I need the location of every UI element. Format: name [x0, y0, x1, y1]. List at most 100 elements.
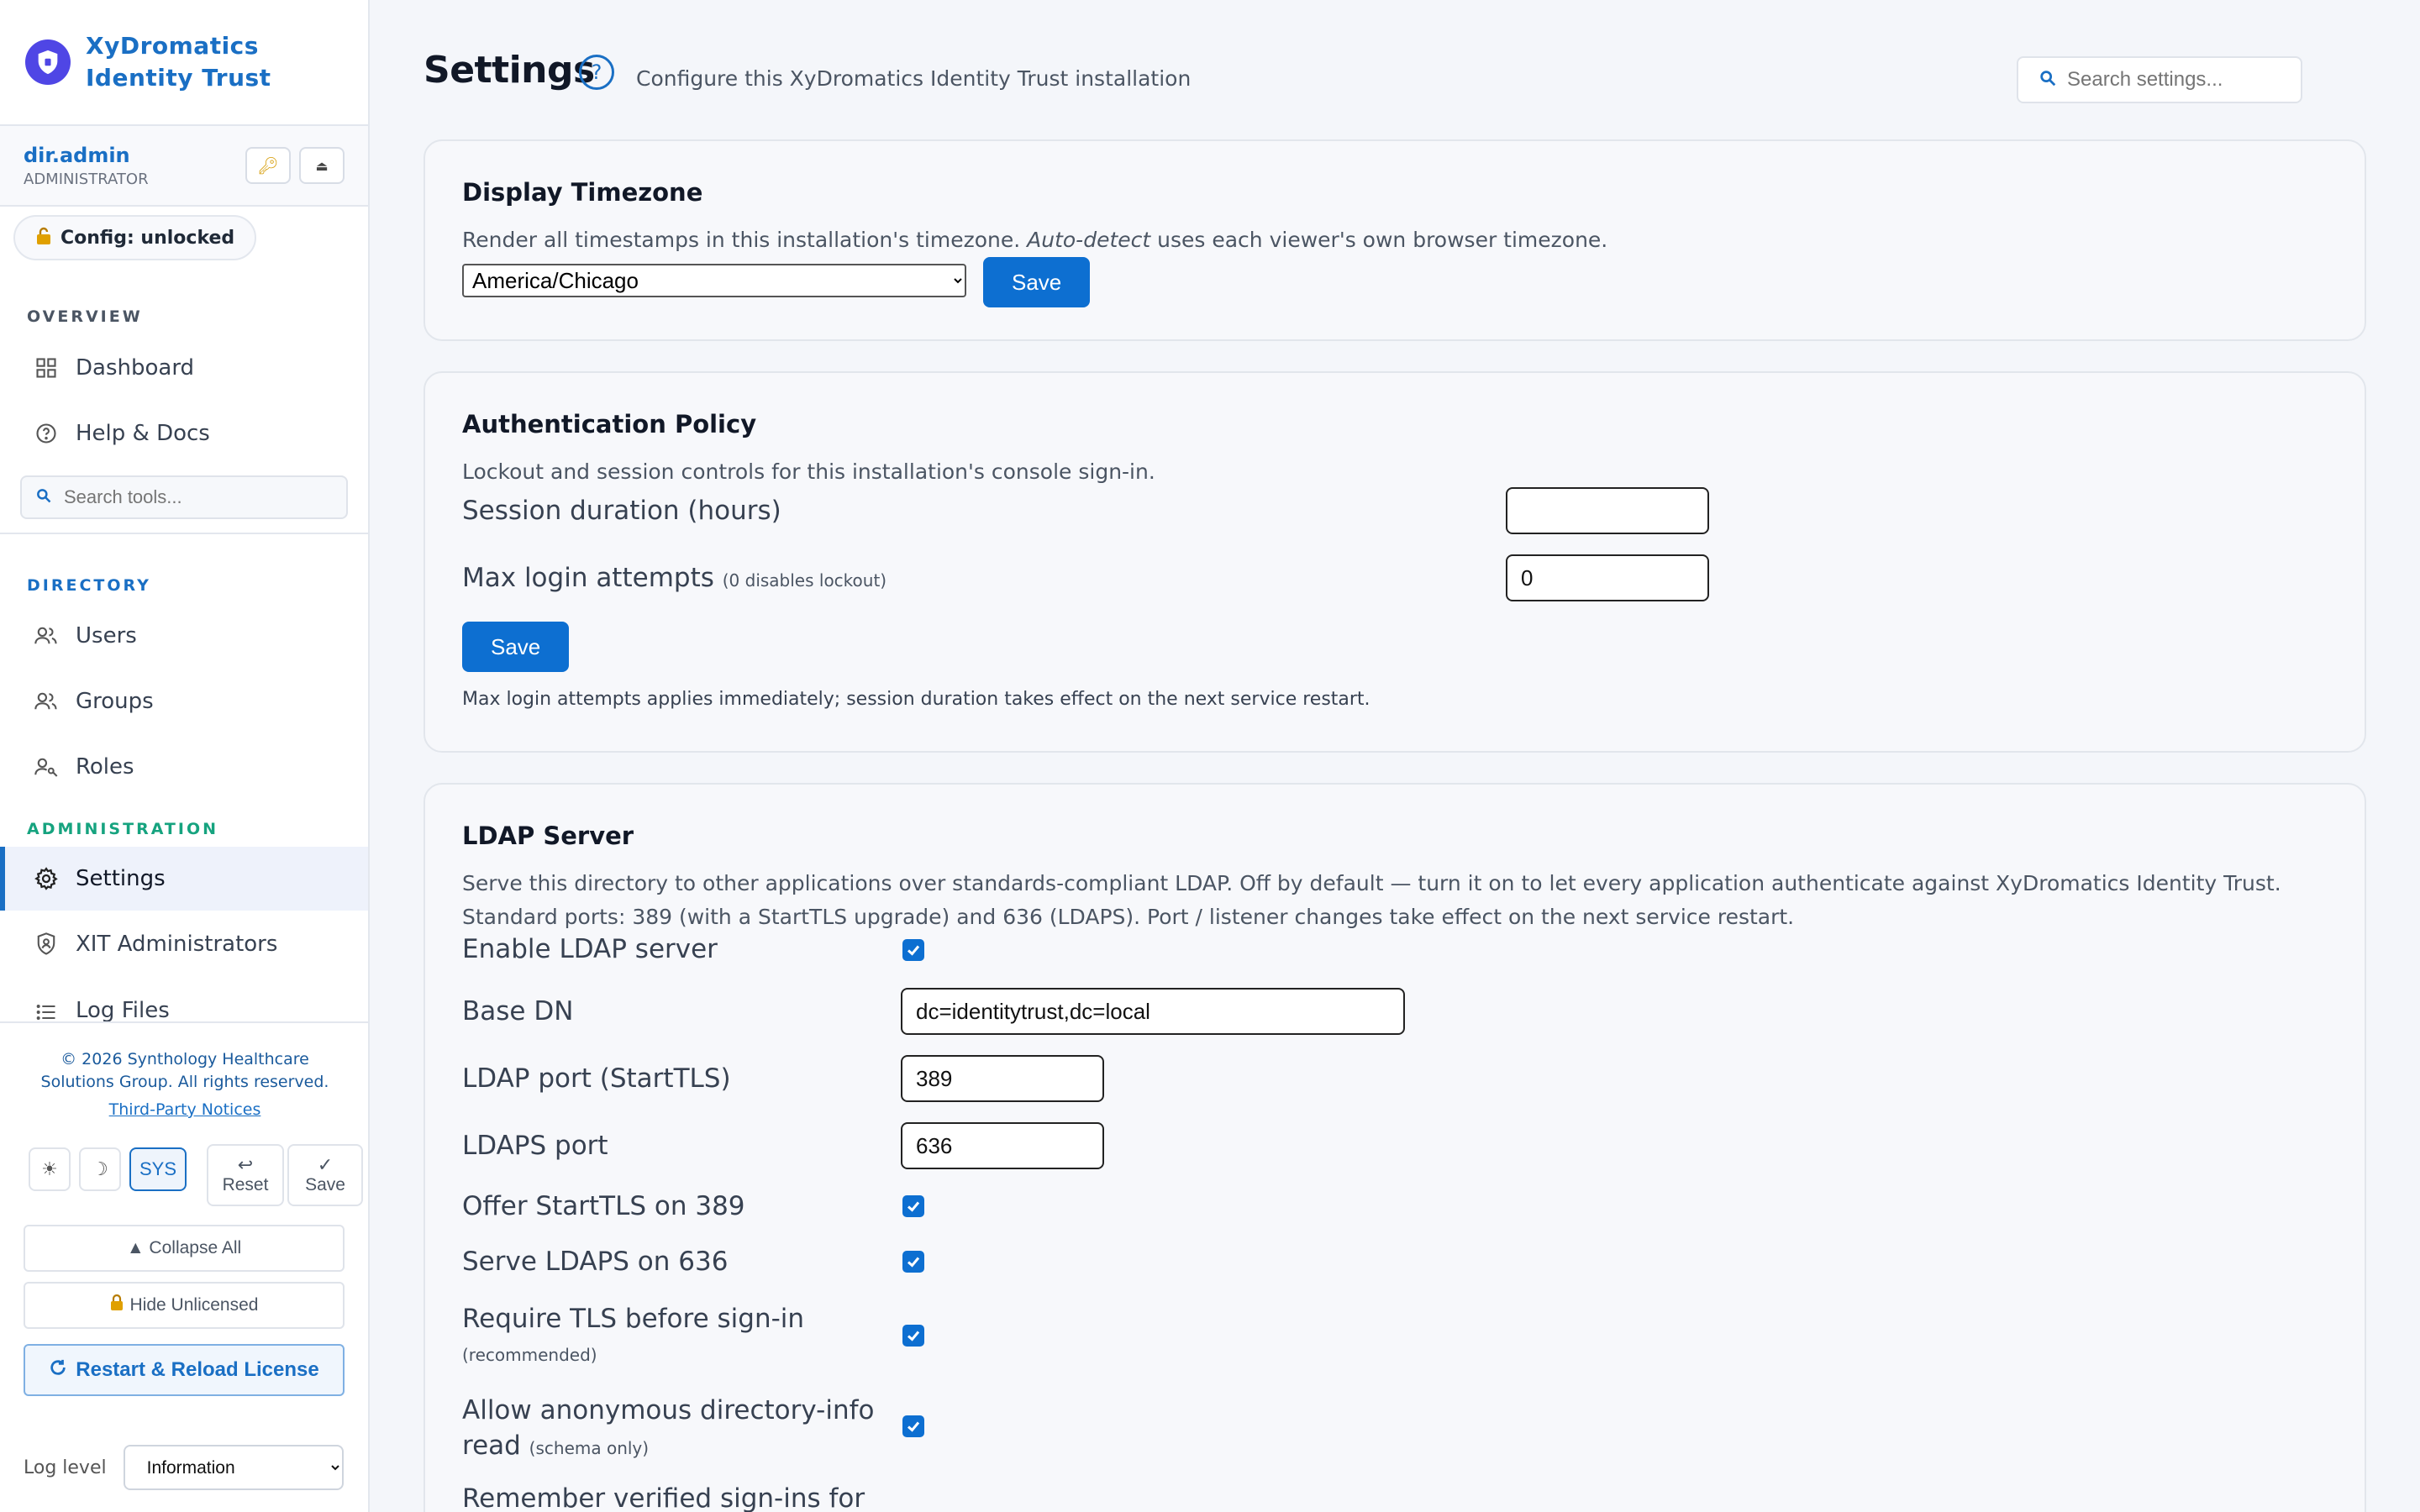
- nav-xit-administrators-label: XIT Administrators: [76, 932, 278, 957]
- timezone-desc-em: Auto-detect: [1027, 228, 1151, 252]
- require-tls-hint: (recommended): [462, 1345, 597, 1365]
- nav-dashboard[interactable]: Dashboard: [0, 336, 368, 400]
- remember-signins-label: Remember verified sign-ins for: [462, 1483, 865, 1512]
- dark-theme-button[interactable]: ☽: [79, 1147, 121, 1191]
- starttls-checkbox[interactable]: [902, 1195, 924, 1217]
- section-directory: DIRECTORY: [27, 576, 151, 595]
- anonymous-read-label: Allow anonymous directory-info read (sch…: [462, 1393, 875, 1466]
- ldap-port-label: LDAP port (StartTLS): [462, 1063, 731, 1094]
- sun-icon: ☀︎: [41, 1158, 58, 1180]
- auth-card-desc: Lockout and session controls for this in…: [462, 459, 1155, 484]
- auth-policy-card: Authentication Policy Lockout and sessio…: [424, 371, 2366, 753]
- timezone-select[interactable]: America/Chicago: [462, 264, 966, 297]
- require-tls-label-text: Require TLS before sign-in: [462, 1304, 805, 1334]
- timezone-desc-before: Render all timestamps in this installati…: [462, 228, 1028, 252]
- nav-log-files-label: Log Files: [76, 998, 170, 1021]
- log-level-select[interactable]: Information: [123, 1445, 344, 1490]
- ldaps-port-input[interactable]: [901, 1122, 1104, 1169]
- session-duration-label: Session duration (hours): [462, 496, 781, 526]
- nav-help-docs-label: Help & Docs: [76, 421, 210, 446]
- user-info: dir.admin ADMINISTRATOR: [24, 144, 237, 188]
- user-name[interactable]: dir.admin: [24, 144, 237, 167]
- tools-search: [20, 475, 348, 519]
- section-administration: ADMINISTRATION: [27, 820, 219, 838]
- ldaps-port-label: LDAPS port: [462, 1131, 608, 1161]
- eject-button[interactable]: ⏏: [299, 147, 345, 184]
- log-level-label: Log level: [24, 1457, 107, 1478]
- key-button[interactable]: 🔑︎: [245, 147, 291, 184]
- divider: [0, 1021, 370, 1023]
- brand: XyDromatics Identity Trust: [0, 0, 368, 126]
- user-role: ADMINISTRATOR: [24, 170, 149, 188]
- third-party-notices-link[interactable]: Third-Party Notices: [25, 1099, 345, 1121]
- nav-groups[interactable]: Groups: [0, 669, 368, 733]
- session-duration-input[interactable]: [1506, 487, 1709, 534]
- max-login-label: Max login attempts (0 disables lockout): [462, 563, 886, 593]
- enable-ldap-checkbox[interactable]: [902, 939, 924, 961]
- max-login-label-text: Max login attempts: [462, 563, 714, 593]
- list-icon: [32, 998, 60, 1021]
- collapse-all-button[interactable]: ▲ Collapse All: [24, 1225, 345, 1272]
- app-title: XyDromatics Identity Trust: [86, 32, 271, 92]
- timezone-card-title: Display Timezone: [462, 178, 703, 207]
- lock-icon: [110, 1294, 124, 1316]
- require-tls-label: Require TLS before sign-in (recommended): [462, 1302, 804, 1372]
- require-tls-checkbox[interactable]: [902, 1325, 924, 1347]
- help-circle-icon: [32, 419, 60, 448]
- timezone-card-desc: Render all timestamps in this installati…: [462, 223, 1607, 257]
- moon-icon: ☽: [92, 1158, 108, 1180]
- restart-reload-license-button[interactable]: Restart & Reload License: [24, 1344, 345, 1396]
- light-theme-button[interactable]: ☀︎: [29, 1147, 71, 1191]
- starttls-label: Offer StartTLS on 389: [462, 1191, 745, 1221]
- system-theme-button[interactable]: SYS: [129, 1147, 187, 1191]
- ldap-card-desc: Serve this directory to other applicatio…: [462, 871, 2281, 929]
- auth-save-button[interactable]: Save: [462, 622, 570, 672]
- ldap-server-card: LDAP Server Serve this directory to othe…: [424, 783, 2366, 1512]
- nav-users[interactable]: Users: [0, 604, 368, 668]
- refresh-icon: [49, 1358, 67, 1383]
- hide-unlicensed-button[interactable]: Hide Unlicensed: [24, 1282, 345, 1329]
- grid-icon: [32, 354, 60, 382]
- page-subtitle: Configure this XyDromatics Identity Trus…: [636, 66, 1192, 91]
- gear-icon: [32, 864, 60, 893]
- auth-note: Max login attempts applies immediately; …: [462, 689, 1370, 710]
- auth-card-title: Authentication Policy: [462, 410, 757, 438]
- eject-icon: ⏏: [315, 157, 329, 174]
- nav-settings[interactable]: Settings: [0, 847, 368, 911]
- base-dn-label: Base DN: [462, 996, 574, 1026]
- page-title: Settings: [424, 49, 595, 92]
- anonymous-read-checkbox[interactable]: [902, 1415, 924, 1437]
- search-icon: [35, 487, 52, 507]
- save-sidebar-button[interactable]: ✓ Save: [287, 1144, 363, 1206]
- undo-icon: ↩: [237, 1154, 254, 1175]
- settings-search-input[interactable]: [2067, 68, 2294, 92]
- ldap-port-input[interactable]: [901, 1055, 1104, 1102]
- sidebar: XyDromatics Identity Trust dir.admin ADM…: [0, 0, 370, 1512]
- base-dn-input[interactable]: [901, 988, 1405, 1035]
- enable-ldap-label: Enable LDAP server: [462, 934, 718, 964]
- config-status-pill[interactable]: Config: unlocked: [13, 215, 257, 260]
- user-key-icon: [32, 753, 60, 781]
- max-login-attempts-input[interactable]: [1506, 554, 1709, 601]
- unlock-icon: [35, 227, 52, 249]
- user-row: dir.admin ADMINISTRATOR 🔑︎ ⏏: [0, 126, 368, 207]
- groups-icon: [32, 687, 60, 716]
- timezone-save-button[interactable]: Save: [983, 257, 1091, 307]
- max-login-hint: (0 disables lockout): [722, 570, 887, 591]
- nav-groups-label: Groups: [76, 689, 154, 714]
- help-question-icon[interactable]: ?: [579, 55, 614, 90]
- save-sidebar-label: Save: [305, 1175, 345, 1194]
- tools-search-input[interactable]: [64, 486, 333, 508]
- nav-roles[interactable]: Roles: [0, 735, 368, 799]
- nav-log-files[interactable]: Log Files: [0, 978, 368, 1021]
- config-status-text: Config: unlocked: [60, 227, 235, 249]
- reset-button[interactable]: ↩ Reset: [207, 1144, 284, 1206]
- anonymous-read-hint: (schema only): [529, 1438, 650, 1458]
- theme-switcher: ☀︎ ☽ SYS: [29, 1147, 187, 1191]
- serve-ldaps-checkbox[interactable]: [902, 1251, 924, 1273]
- nav-help-docs[interactable]: Help & Docs: [0, 402, 368, 465]
- nav-xit-administrators[interactable]: XIT Administrators: [0, 912, 368, 976]
- copyright: © 2026 Synthology Healthcare Solutions G…: [25, 1048, 345, 1121]
- log-level-control: Log level Information: [24, 1445, 344, 1490]
- checkmark-icon: ✓: [317, 1154, 334, 1175]
